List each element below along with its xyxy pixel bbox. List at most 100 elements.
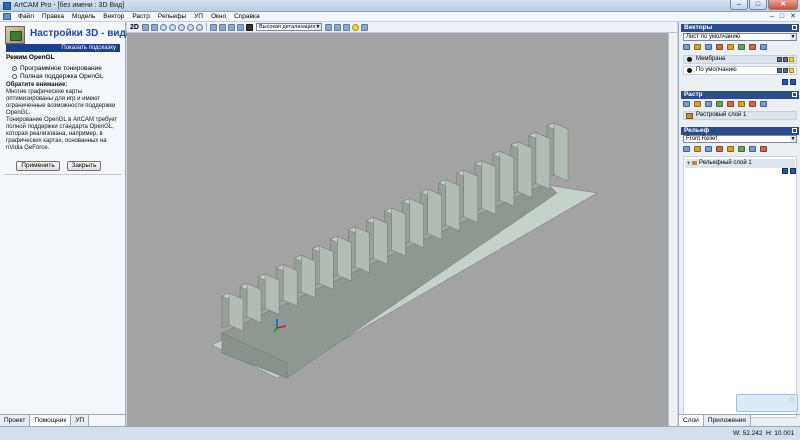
chevron-down-icon[interactable]: ▼ [314, 24, 321, 30]
wireframe-icon[interactable] [342, 23, 350, 31]
radio-selected-icon[interactable] [12, 66, 17, 71]
close-button[interactable]: ✕ [768, 0, 798, 10]
doc-close-button[interactable]: ✕ [790, 12, 796, 21]
light-icon[interactable] [351, 23, 359, 31]
raster-layer-row[interactable]: Растровый слой 1 [683, 111, 797, 120]
doc-restore-button[interactable]: □ [780, 12, 784, 21]
front-view-icon[interactable] [218, 23, 226, 31]
vector-layer-row[interactable]: По умолчанию [683, 66, 797, 75]
show-tip-button[interactable]: Показать подсказку [6, 44, 120, 52]
minimize-button[interactable]: – [730, 0, 748, 10]
pin-icon[interactable] [792, 92, 797, 97]
edit-icon[interactable] [789, 68, 794, 73]
relief-select[interactable]: Front Relief ▼ [683, 135, 797, 143]
tab-assistant[interactable]: Помощник [30, 415, 72, 426]
full-opengl-option[interactable]: Полная поддержка OpenGL [12, 73, 104, 80]
move-down-icon[interactable] [790, 79, 796, 85]
apply-button[interactable]: Применить [16, 161, 60, 171]
layer-color-icon[interactable] [687, 68, 692, 73]
save-icon[interactable] [705, 101, 712, 107]
iso-view-icon[interactable] [209, 23, 217, 31]
expand-icon[interactable]: + [687, 160, 691, 168]
merge-icon[interactable] [727, 101, 734, 107]
zoom-out-icon[interactable] [168, 23, 176, 31]
relief-section-header[interactable]: Рельеф [681, 127, 799, 135]
relief-layer-list[interactable]: + Рельефный слой 1 [683, 156, 797, 418]
tab-project[interactable]: Проект [0, 415, 31, 426]
2d-view-button[interactable]: 2D [130, 24, 139, 31]
paste-icon[interactable] [738, 44, 745, 50]
menu-file[interactable]: Файл [14, 12, 38, 21]
tab-layers[interactable]: Слои [679, 415, 704, 426]
zoom-in-icon[interactable] [159, 23, 167, 31]
new-layer-icon[interactable] [683, 146, 690, 152]
delete-layer-icon[interactable] [749, 44, 756, 50]
artcam-app-icon[interactable] [3, 2, 11, 10]
copy-layer-icon[interactable] [716, 101, 723, 107]
radio-unselected-icon[interactable] [12, 74, 17, 79]
layer-settings-icon[interactable] [760, 44, 767, 50]
menu-window[interactable]: Окно [207, 12, 230, 21]
chevron-down-icon[interactable]: ▼ [790, 136, 796, 142]
pin-icon[interactable] [792, 25, 797, 30]
visibility-icon[interactable] [783, 57, 788, 62]
new-layer-icon[interactable] [683, 44, 690, 50]
top-view-icon[interactable] [236, 23, 244, 31]
delete-layer-icon[interactable] [749, 101, 756, 107]
visibility-icon[interactable] [783, 68, 788, 73]
chevron-down-icon[interactable]: ▼ [790, 34, 796, 40]
menu-help[interactable]: Справка [230, 12, 264, 21]
tab-toolpaths[interactable]: УП [71, 415, 90, 426]
close-panel-button[interactable]: Закрыть [67, 161, 101, 171]
paste-icon[interactable] [738, 101, 745, 107]
new-layer-icon[interactable] [683, 101, 690, 107]
screenshot-icon[interactable] [245, 23, 253, 31]
raster-section-header[interactable]: Растр [681, 91, 799, 99]
open-folder-icon[interactable] [694, 44, 701, 50]
layer-settings-icon[interactable] [760, 101, 767, 107]
layer-color-icon[interactable] [687, 57, 692, 62]
delete-layer-icon[interactable] [760, 146, 767, 152]
menu-toolpaths[interactable]: УП [190, 12, 207, 21]
lock-icon[interactable] [777, 57, 782, 62]
zoom-previous-icon[interactable] [195, 23, 203, 31]
sheet-select[interactable]: Лист по умолчанию ▼ [683, 33, 797, 41]
merge-icon[interactable] [716, 44, 723, 50]
open-folder-icon[interactable] [694, 101, 701, 107]
menu-raster[interactable]: Растр [128, 12, 154, 21]
edit-icon[interactable] [789, 57, 794, 62]
save-icon[interactable] [705, 146, 712, 152]
copy-layer-icon[interactable] [727, 146, 734, 152]
zoom-fit-icon[interactable] [186, 23, 194, 31]
save-icon[interactable] [705, 44, 712, 50]
side-view-icon[interactable] [227, 23, 235, 31]
layer-settings-icon[interactable] [749, 146, 756, 152]
move-up-icon[interactable] [782, 168, 788, 174]
draw-toolpaths-icon[interactable] [333, 23, 341, 31]
notification-popup[interactable]: ▢ [736, 394, 798, 412]
pin-icon[interactable] [792, 128, 797, 133]
move-down-icon[interactable] [790, 168, 796, 174]
rotate-icon[interactable] [141, 23, 149, 31]
draw-vectors-icon[interactable] [324, 23, 332, 31]
pan-icon[interactable] [150, 23, 158, 31]
zoom-window-icon[interactable] [177, 23, 185, 31]
relief-layer-row[interactable]: + Рельефный слой 1 [685, 159, 795, 168]
document-icon[interactable] [3, 13, 11, 20]
menu-edit[interactable]: Правка [38, 12, 68, 21]
viewport-scrollbar[interactable] [668, 33, 677, 426]
settings-icon[interactable] [360, 23, 368, 31]
menu-reliefs[interactable]: Рельефы [154, 12, 190, 21]
detail-level-select[interactable]: Высокая детализация ▼ [255, 23, 322, 31]
move-up-icon[interactable] [782, 79, 788, 85]
copy-layer-icon[interactable] [727, 44, 734, 50]
menu-vector[interactable]: Вектор [99, 12, 128, 21]
vectors-section-header[interactable]: Векторы [681, 24, 799, 32]
tab-applications[interactable]: Приложения [703, 415, 751, 426]
vector-layer-row[interactable]: Мембрана [683, 55, 797, 64]
menu-model[interactable]: Модель [68, 12, 99, 21]
doc-minimize-button[interactable]: – [770, 12, 774, 21]
paste-icon[interactable] [738, 146, 745, 152]
maximize-button[interactable]: □ [749, 0, 767, 10]
3d-viewport[interactable] [127, 33, 668, 426]
